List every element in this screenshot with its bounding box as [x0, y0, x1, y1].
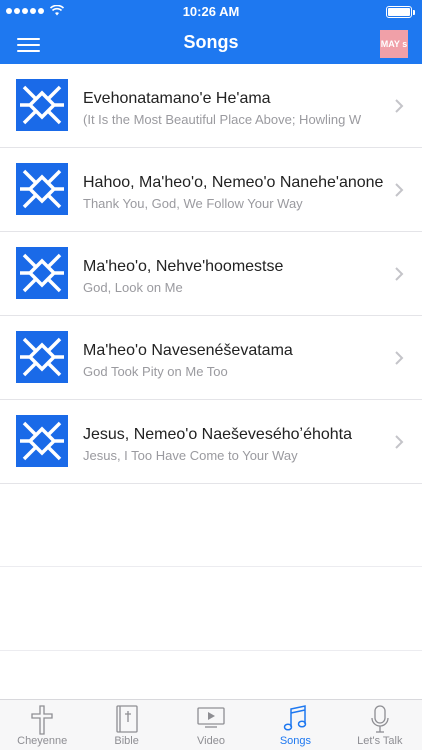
list-item[interactable]: Jesus, Nemeo'o Naeševeséhoʼéhohta Jesus,…: [0, 400, 422, 484]
song-subtitle: God, Look on Me: [83, 280, 183, 295]
music-note-icon: [284, 705, 307, 731]
chevron-right-icon: [395, 99, 404, 113]
video-play-icon: [197, 707, 225, 728]
page-title: Songs: [183, 32, 239, 52]
battery-icon: [386, 6, 415, 18]
chevron-right-icon: [395, 435, 404, 449]
song-subtitle: God Took Pity on Me Too: [83, 364, 228, 379]
may-badge[interactable]: MAY s: [380, 30, 408, 58]
chevron-right-icon: [395, 183, 404, 197]
tab-songs[interactable]: Songs: [253, 700, 337, 750]
list-item[interactable]: Ma'heo'o Navesenéševatama God Took Pity …: [0, 316, 422, 400]
microphone-icon: [371, 705, 389, 733]
tab-label: Songs: [279, 735, 312, 747]
tab-lets-talk[interactable]: Let's Talk: [338, 700, 422, 750]
song-title: Evehonatamano'e He'ama: [83, 90, 271, 107]
list-separator: [0, 650, 422, 651]
tab-label: Let's Talk: [357, 735, 403, 747]
song-title: Ma'heo'o Navesenéševatama: [83, 342, 293, 359]
cross-icon: [31, 705, 53, 735]
song-list: Evehonatamano'e He'ama (It Is the Most B…: [0, 64, 422, 484]
chevron-right-icon: [395, 267, 404, 281]
song-subtitle: Jesus, I Too Have Come to Your Way: [83, 448, 298, 463]
tab-label: Bible: [114, 735, 139, 747]
list-item[interactable]: Ma'heo'o, Nehve'hoomestse God, Look on M…: [0, 232, 422, 316]
song-thumbnail-icon: [16, 415, 68, 467]
tab-video[interactable]: Video: [169, 700, 253, 750]
list-item[interactable]: Hahoo, Ma'heo'o, Nemeo'o Nanehe'anone Th…: [0, 148, 422, 232]
tab-label: Video: [197, 735, 225, 747]
song-thumbnail-icon: [16, 331, 68, 383]
song-thumbnail-icon: [16, 163, 68, 215]
song-title: Hahoo, Ma'heo'o, Nemeo'o Nanehe'anone: [83, 174, 384, 191]
song-title: Ma'heo'o, Nehve'hoomestse: [83, 258, 284, 275]
song-subtitle: Thank You, God, We Follow Your Way: [83, 196, 303, 211]
list-item[interactable]: Evehonatamano'e He'ama (It Is the Most B…: [0, 64, 422, 148]
status-bar: 10:26 AM: [0, 0, 422, 24]
tab-bible[interactable]: Bible: [84, 700, 168, 750]
song-subtitle: (It Is the Most Beautiful Place Above; H…: [83, 112, 362, 127]
tab-cheyenne[interactable]: Cheyenne: [0, 700, 84, 750]
tab-label: Cheyenne: [17, 735, 68, 747]
song-thumbnail-icon: [16, 79, 68, 131]
battery-level: [388, 8, 410, 16]
nav-bar: Songs MAY s: [0, 24, 422, 64]
song-title: Jesus, Nemeo'o Naeševeséhoʼéhohta: [83, 426, 352, 443]
tab-bar: Cheyenne Bible Video Songs Let's Talk: [0, 699, 422, 750]
status-time: 10:26 AM: [182, 4, 240, 19]
chevron-right-icon: [395, 351, 404, 365]
bible-icon: [115, 705, 138, 733]
list-separator: [0, 566, 422, 567]
song-thumbnail-icon: [16, 247, 68, 299]
